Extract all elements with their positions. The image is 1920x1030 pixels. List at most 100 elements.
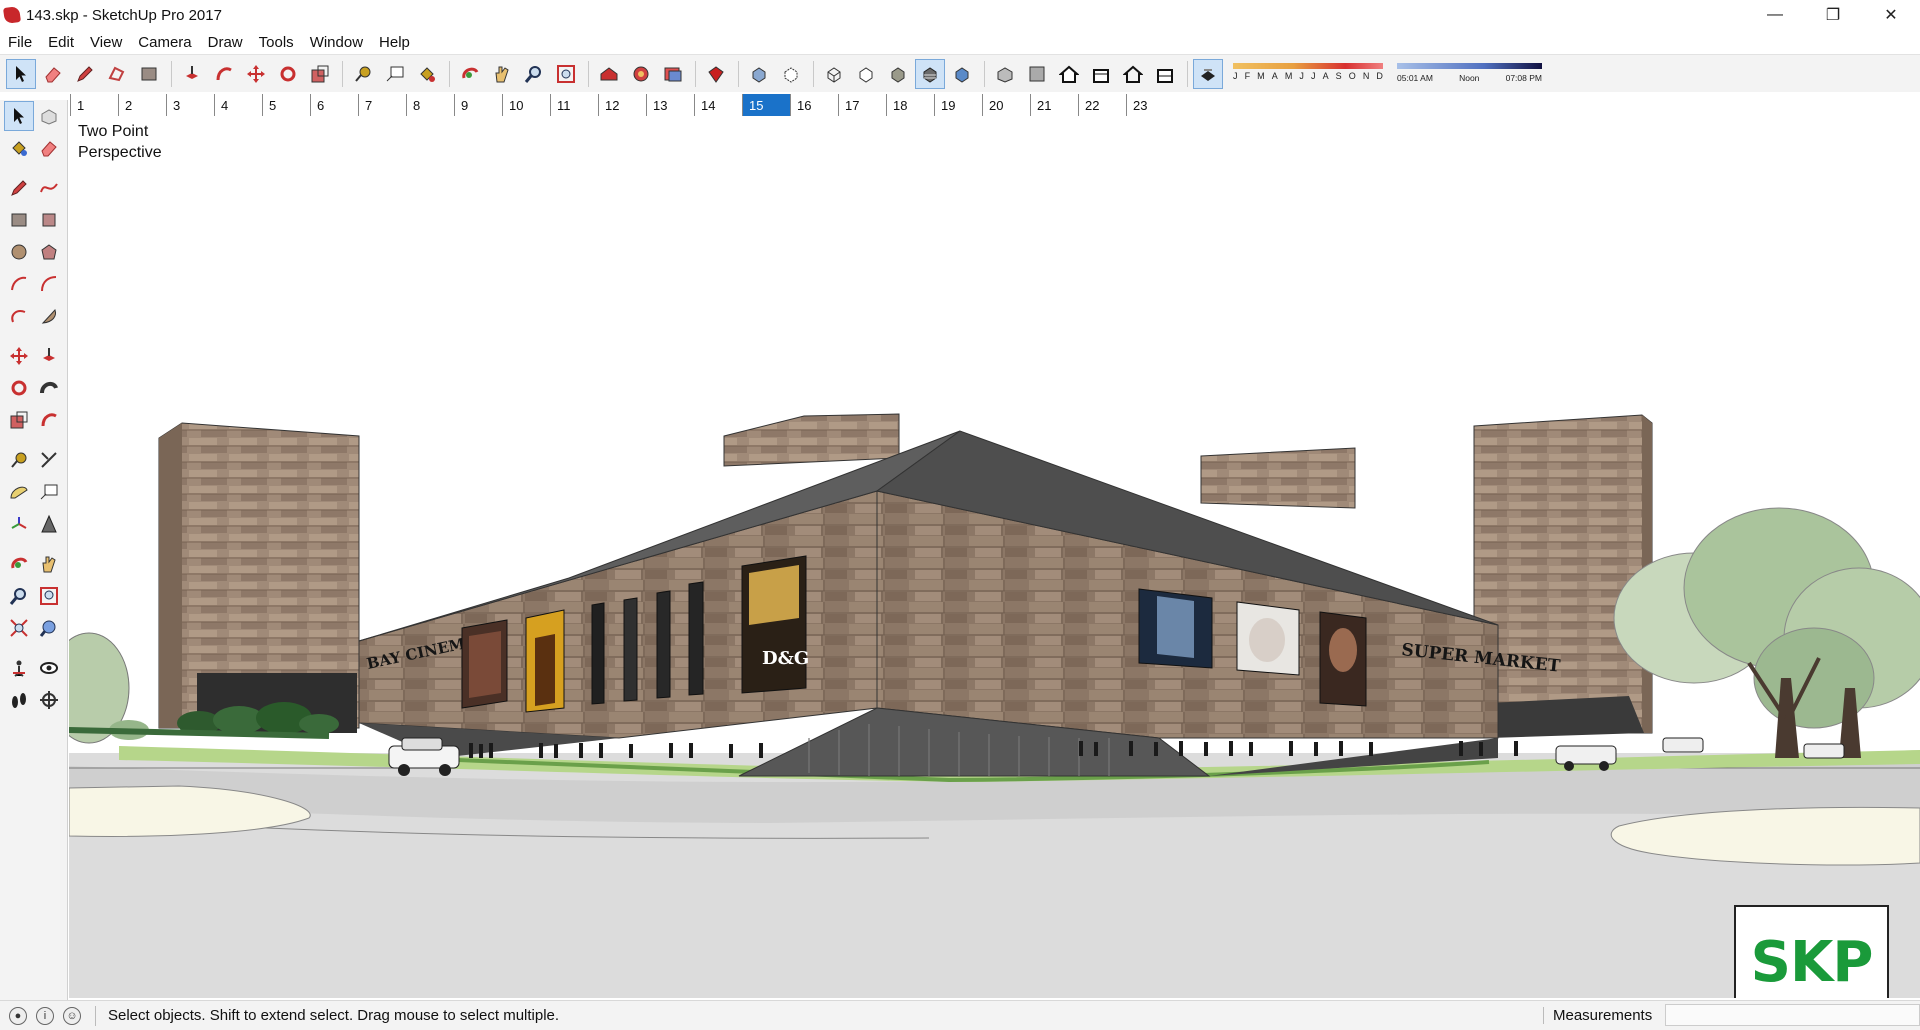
scene-tab-1[interactable]: 1 [70, 94, 118, 116]
menu-tools[interactable]: Tools [251, 34, 302, 51]
zoom-tool-button[interactable] [519, 59, 549, 89]
circle-tool-button[interactable] [4, 237, 34, 267]
right-view-button[interactable] [1086, 59, 1116, 89]
scene-tab-5[interactable]: 5 [262, 94, 310, 116]
push-pull-tool-button[interactable] [177, 59, 207, 89]
scene-tab-11[interactable]: 11 [550, 94, 598, 116]
offset-tool-button[interactable] [34, 405, 64, 435]
rotated-rectangle-tool-button[interactable] [34, 205, 64, 235]
make-component-button[interactable] [34, 101, 64, 131]
polygon-tool-button[interactable] [34, 237, 64, 267]
scene-tab-9[interactable]: 9 [454, 94, 502, 116]
lasso-tool-button[interactable] [102, 59, 132, 89]
iso-view-button[interactable] [990, 59, 1020, 89]
paint-bucket-tool-button[interactable] [4, 133, 34, 163]
scene-tab-2[interactable]: 2 [118, 94, 166, 116]
eraser-tool-button[interactable] [34, 133, 64, 163]
text-tool-button[interactable] [380, 59, 410, 89]
3d-text-tool-button[interactable] [34, 509, 64, 539]
menu-camera[interactable]: Camera [130, 34, 199, 51]
pan-tool-button[interactable] [487, 59, 517, 89]
arc-tool-button[interactable] [4, 269, 34, 299]
scene-tab-15[interactable]: 15 [742, 94, 790, 116]
paint-bucket-tool-button[interactable] [412, 59, 442, 89]
modeling-viewport[interactable]: BAY CINEMA SUPER MARKET D&G Two Point Pe… [69, 118, 1920, 998]
scene-tab-22[interactable]: 22 [1078, 94, 1126, 116]
scene-tab-21[interactable]: 21 [1030, 94, 1078, 116]
scale-tool-button[interactable] [4, 405, 34, 435]
menu-window[interactable]: Window [302, 34, 371, 51]
dimension-tool-button[interactable] [34, 445, 64, 475]
scene-tab-4[interactable]: 4 [214, 94, 262, 116]
freehand-tool-button[interactable] [34, 173, 64, 203]
scene-tab-20[interactable]: 20 [982, 94, 1030, 116]
text-tool-button[interactable] [34, 477, 64, 507]
menu-file[interactable]: File [0, 34, 40, 51]
scene-tab-3[interactable]: 3 [166, 94, 214, 116]
move-tool-button[interactable] [241, 59, 271, 89]
scene-tab-12[interactable]: 12 [598, 94, 646, 116]
zoom-extents-tool-button[interactable] [551, 59, 581, 89]
scene-tab-10[interactable]: 10 [502, 94, 550, 116]
follow-me-tool-button[interactable] [34, 373, 64, 403]
scene-tab-18[interactable]: 18 [886, 94, 934, 116]
scale-tool-button[interactable] [305, 59, 335, 89]
geolocation-icon[interactable]: ● [9, 1006, 27, 1025]
hidden-line-style-button[interactable] [851, 59, 881, 89]
minimize-button[interactable]: — [1746, 0, 1804, 30]
pencil-tool-button[interactable] [70, 59, 100, 89]
scene-tab-13[interactable]: 13 [646, 94, 694, 116]
rotate-tool-button[interactable] [4, 373, 34, 403]
section-plane-tool-button[interactable] [34, 685, 64, 715]
zoom-window-tool-button[interactable] [34, 581, 64, 611]
position-camera-tool-button[interactable] [4, 653, 34, 683]
eraser-tool-button[interactable] [38, 59, 68, 89]
back-view-button[interactable] [1118, 59, 1148, 89]
zoom-tool-button[interactable] [4, 581, 34, 611]
select-tool-button[interactable] [6, 58, 36, 89]
look-around-tool-button[interactable] [34, 653, 64, 683]
front-view-button[interactable] [1054, 59, 1084, 89]
move-tool-button[interactable] [4, 341, 34, 371]
pan-tool-button[interactable] [34, 549, 64, 579]
scene-tab-8[interactable]: 8 [406, 94, 454, 116]
scene-tab-6[interactable]: 6 [310, 94, 358, 116]
left-view-button[interactable] [1150, 59, 1180, 89]
rectangle-tool-button[interactable] [4, 205, 34, 235]
extension-manager-button[interactable] [701, 59, 731, 89]
scene-tab-14[interactable]: 14 [694, 94, 742, 116]
menu-draw[interactable]: Draw [200, 34, 251, 51]
close-button[interactable]: ✕ [1862, 0, 1920, 30]
push-pull-tool-button[interactable] [34, 341, 64, 371]
extension-warehouse-button[interactable] [626, 59, 656, 89]
select-tool-button[interactable] [4, 101, 34, 131]
menu-edit[interactable]: Edit [40, 34, 82, 51]
xray-style-button[interactable] [744, 59, 774, 89]
back-edges-style-button[interactable] [776, 59, 806, 89]
orbit-tool-button[interactable] [4, 549, 34, 579]
measurements-input[interactable] [1665, 1004, 1920, 1026]
orbit-tool-button[interactable] [455, 59, 485, 89]
menu-view[interactable]: View [82, 34, 130, 51]
rotate-tool-button[interactable] [273, 59, 303, 89]
monochrome-style-button[interactable] [947, 59, 977, 89]
shadows-toggle-button[interactable] [1193, 58, 1223, 89]
zoom-extents-tool-button[interactable] [4, 613, 34, 643]
two-point-arc-tool-button[interactable] [34, 269, 64, 299]
shadow-time-slider[interactable]: 05:01 AM Noon 07:08 PM [1397, 61, 1542, 87]
credits-icon[interactable]: i [36, 1006, 54, 1025]
maximize-button[interactable]: ❐ [1804, 0, 1862, 30]
top-view-button[interactable] [1022, 59, 1052, 89]
shaded-textures-style-button[interactable] [915, 58, 945, 89]
tape-measure-tool-button[interactable] [4, 445, 34, 475]
axes-tool-button[interactable] [4, 509, 34, 539]
scene-tab-23[interactable]: 23 [1126, 94, 1174, 116]
previous-view-button[interactable] [34, 613, 64, 643]
tape-measure-tool-button[interactable] [348, 59, 378, 89]
user-account-icon[interactable]: ☺ [63, 1006, 81, 1025]
rectangle-tool-button[interactable] [134, 59, 164, 89]
scene-tab-16[interactable]: 16 [790, 94, 838, 116]
offset-tool-button[interactable] [209, 59, 239, 89]
warehouse-button[interactable] [594, 59, 624, 89]
menu-help[interactable]: Help [371, 34, 418, 51]
